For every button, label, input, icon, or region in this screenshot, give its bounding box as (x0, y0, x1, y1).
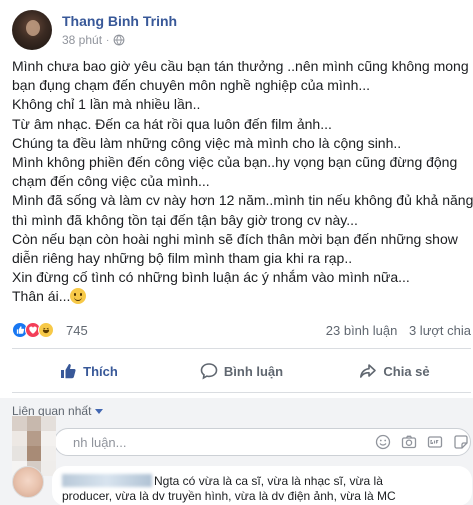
comment-count[interactable]: 23 bình luận (326, 323, 398, 338)
commenter-name-blurred[interactable] (62, 474, 152, 487)
comment-input[interactable] (73, 433, 273, 451)
post-line: Xin đừng cố tình có những bình luận ác ý… (12, 269, 410, 286)
share-count[interactable]: 3 lượt chia (409, 323, 471, 338)
post-body: Mình chưa bao giờ yêu cầu bạn tán thưởng… (12, 57, 473, 307)
chevron-down-icon (95, 408, 104, 414)
commenter-avatar[interactable] (12, 466, 44, 498)
post-line: thì mình đã không tồn tại đến tận bây gi… (12, 211, 358, 228)
post-line: chạm đến công việc của mình... (12, 173, 210, 190)
reactions-bar: 745 23 bình luận 3 lượt chia (12, 320, 471, 340)
globe-icon[interactable] (113, 34, 125, 46)
post-header: Thang Binh Trinh 38 phút · (12, 8, 462, 52)
post-line: Chúng ta đều làm những công việc mà mình… (12, 134, 402, 151)
post-line: Mình đã sống và làm cv này hơn 12 năm..m… (12, 192, 473, 209)
haha-reaction-icon (38, 322, 54, 338)
post-line: Từ âm nhạc. Đến ca hát rồi qua luôn đến … (12, 115, 332, 132)
closing-text: Thân ái... (12, 288, 71, 305)
comment-input-wrapper[interactable] (54, 428, 471, 456)
meta-separator: · (106, 34, 110, 46)
author-name[interactable]: Thang Binh Trinh (62, 13, 177, 29)
engagement-stats: 23 bình luận 3 lượt chia (318, 323, 471, 338)
divider (12, 348, 471, 349)
author-avatar[interactable] (12, 10, 52, 50)
post-actions: Thích Bình luận Chia sẻ (12, 354, 471, 388)
like-label: Thích (83, 363, 118, 379)
smiley-icon[interactable] (374, 433, 392, 451)
share-icon (360, 364, 377, 378)
comment-text: Ngta có vừa là ca sĩ, vừa là nhạc sĩ, vừ… (154, 474, 383, 488)
reaction-count[interactable]: 745 (66, 323, 88, 338)
comment-bubble: Ngta có vừa là ca sĩ, vừa là nhạc sĩ, vừ… (52, 466, 472, 505)
post-line: Mình không phiền đến công việc của bạn..… (12, 154, 458, 171)
post-timestamp[interactable]: 38 phút (62, 33, 102, 47)
like-button[interactable]: Thích (12, 354, 165, 388)
comments-section: Liên quan nhất nh luận... Ngta có vừa là… (0, 398, 473, 505)
smile-emoji-icon (70, 288, 87, 305)
share-label: Chia sẻ (383, 363, 430, 379)
comment-item: Ngta có vừa là ca sĩ, vừa là nhạc sĩ, vừ… (12, 466, 472, 505)
post-meta: 38 phút · (62, 33, 125, 47)
comment-button[interactable]: Bình luận (165, 354, 318, 388)
post-line: Mình chưa bao giờ yêu cầu bạn tán thưởng… (12, 58, 469, 74)
post-line: Không chỉ 1 lần mà nhiều lần.. (12, 96, 201, 113)
divider (12, 392, 471, 393)
post-line: diễn riêng hay những bộ film mình tham g… (12, 250, 353, 267)
share-button[interactable]: Chia sẻ (318, 354, 471, 388)
comment-icon (200, 363, 218, 380)
sticker-icon[interactable] (452, 433, 470, 451)
comment-composer (12, 416, 471, 476)
camera-icon[interactable] (400, 433, 418, 451)
comment-text-line: Ngta có vừa là ca sĩ, vừa là nhạc sĩ, vừ… (62, 474, 462, 489)
comment-text-line: producer, vừa là dv truyền hình, vừa là … (62, 489, 396, 503)
reaction-icons[interactable] (12, 322, 54, 338)
comment-label: Bình luận (223, 363, 284, 379)
gif-icon[interactable] (426, 433, 444, 451)
post-line-closing: Thân ái... (12, 287, 462, 306)
post-line: bạn đụng chạm đến chuyên môn nghề nghiệp… (12, 77, 371, 94)
thumbs-up-icon (61, 364, 76, 379)
post-line: Còn nếu bạn còn hoài nghi mình sẽ đích t… (12, 230, 458, 247)
composer-icons (374, 433, 470, 451)
